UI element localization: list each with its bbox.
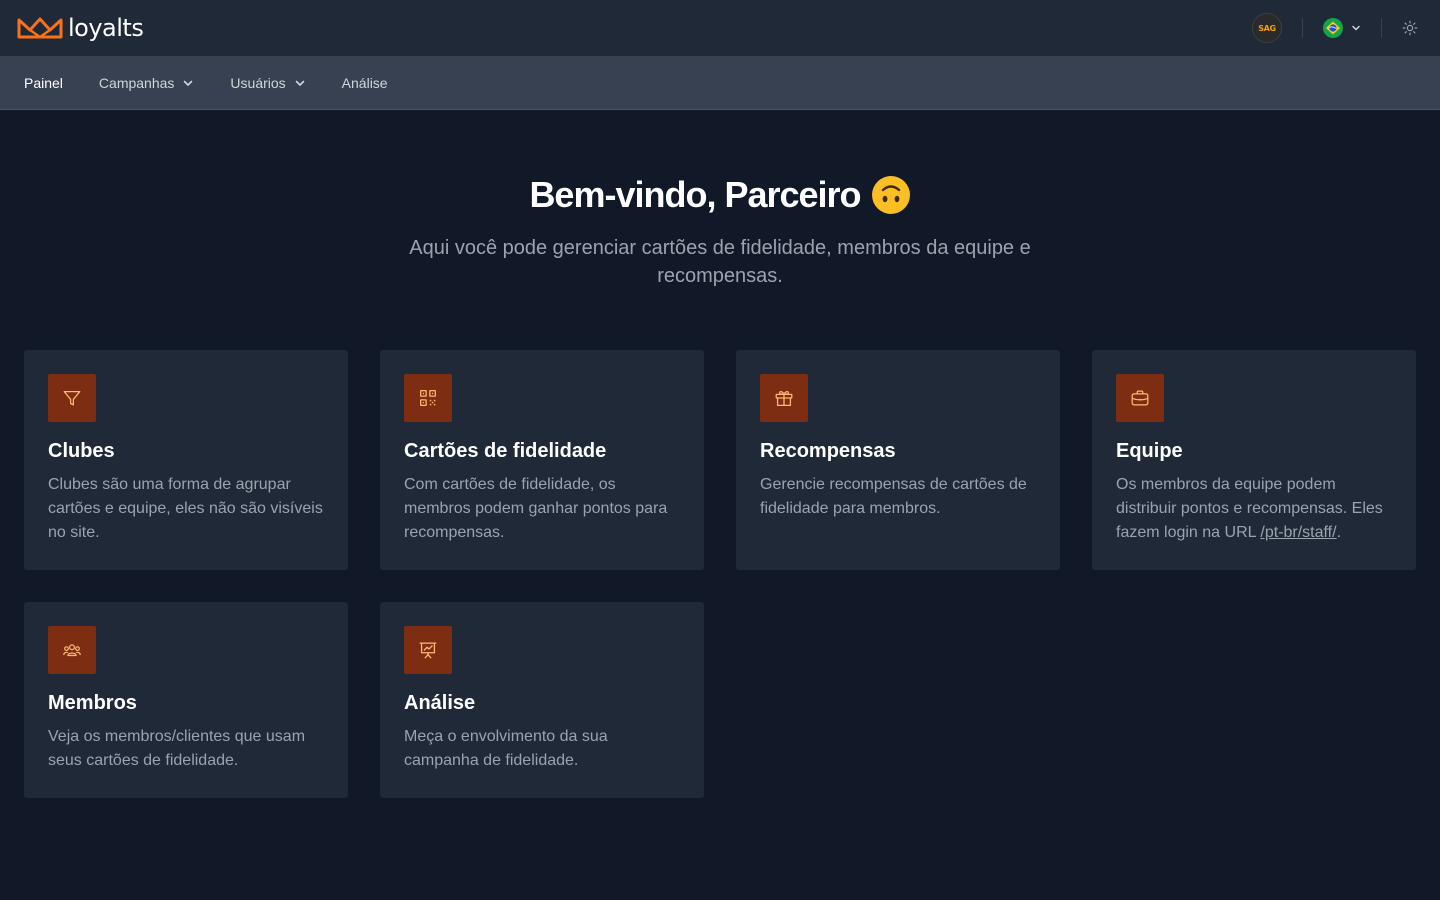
card-description: Com cartões de fidelidade, os membros po… [404,476,668,541]
chevron-down-icon [295,80,304,86]
crown-logo-icon [17,17,63,39]
card-icon-tile [760,374,808,422]
card-title: Clubes [48,440,115,462]
divider [1381,18,1382,38]
briefcase-icon [1131,390,1149,406]
presentation-chart-icon [419,642,437,659]
card-icon-tile [404,626,452,674]
card-membros[interactable]: Membros Veja os membros/clientes que usa… [24,602,348,798]
card-cartoes-de-fidelidade[interactable]: Cartões de fidelidade Com cartões de fid… [380,350,704,570]
card-icon-tile [48,374,96,422]
card-description-end: . [1336,524,1342,541]
gift-icon [775,391,793,406]
welcome-section: Bem-vindo, Parceiro Aqui você pode geren… [0,110,1440,290]
card-clubes[interactable]: Clubes Clubes são uma forma de agrupar c… [24,350,348,570]
card-description: Clubes são uma forma de agrupar cartões … [48,476,323,541]
card-description: Meça o envolvimento da sua campanha de f… [404,728,608,769]
card-title: Membros [48,692,137,714]
card-title: Equipe [1116,440,1183,462]
card-title: Cartões de fidelidade [404,440,607,462]
sun-icon[interactable] [1402,20,1418,36]
nav-item-usuarios[interactable]: Usuários [230,75,305,91]
card-description: Gerencie recompensas de cartões de fidel… [760,476,1027,517]
avatar-label: SAG [1258,23,1276,33]
card-description: Os membros da equipe podem distribuir po… [1116,473,1392,545]
card-title: Recompensas [760,440,896,462]
nav-item-analise[interactable]: Análise [342,75,388,91]
header-actions: SAG [1252,0,1424,56]
card-icon-tile [404,374,452,422]
top-bar: loyalts SAG [0,0,1440,56]
nav-item-label: Campanhas [98,74,175,91]
card-recompensas[interactable]: Recompensas Gerencie recompensas de cart… [736,350,1060,570]
card-icon-tile [1116,374,1164,422]
page-title: Bem-vindo, Parceiro [0,174,1440,216]
card-icon-tile [48,626,96,674]
funnel-icon [63,390,81,406]
nav-item-label: Análise [341,74,388,91]
card-description-text: Os membros da equipe podem distribuir po… [1116,476,1383,541]
card-equipe[interactable]: Equipe Os membros da equipe podem distri… [1092,350,1416,570]
upside-down-face-emoji-icon [871,176,910,214]
staff-url-link[interactable]: /pt-br/staff/ [1260,524,1336,541]
welcome-subtitle: Aqui você pode gerenciar cartões de fide… [409,237,1031,287]
divider [1302,18,1303,38]
nav-item-campanhas[interactable]: Campanhas [99,75,195,91]
users-group-icon [63,644,81,657]
chevron-down-icon [184,80,193,86]
brazil-flag-icon [1323,18,1343,38]
language-selector[interactable] [1323,18,1361,38]
avatar[interactable]: SAG [1252,13,1282,43]
card-analise[interactable]: Análise Meça o envolvimento da sua campa… [380,602,704,798]
card-description: Veja os membros/clientes que usam seus c… [48,728,306,769]
nav-item-label: Usuários [230,74,286,91]
nav-item-label: Painel [24,74,63,91]
brand-logo[interactable]: loyalts [16,14,144,42]
nav-item-painel[interactable]: Painel [24,75,63,91]
card-title: Análise [404,692,476,714]
brand-name: loyalts [68,14,144,42]
main-nav: Painel Campanhas Usuários Análise [0,56,1440,110]
qr-code-icon [420,390,436,406]
chevron-down-icon [1352,25,1360,31]
welcome-title: Bem-vindo, Parceiro [529,174,861,215]
